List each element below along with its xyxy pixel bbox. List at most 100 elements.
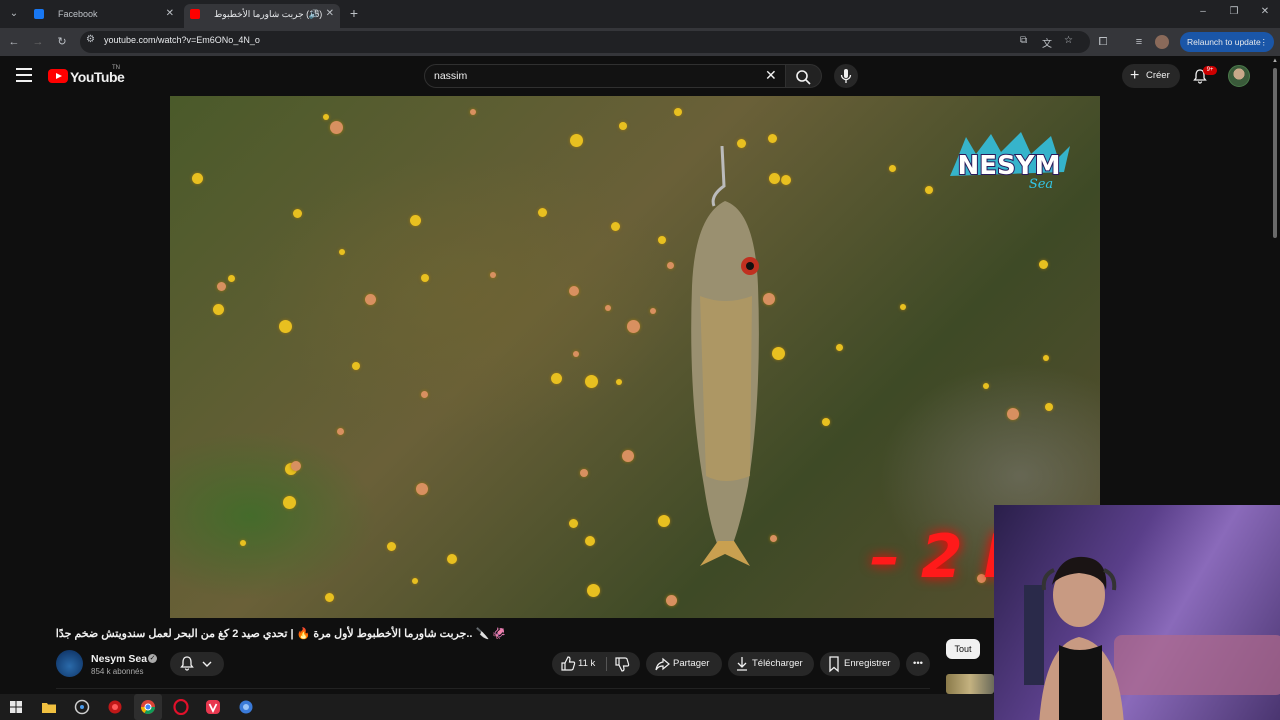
channel-name[interactable]: Nesym Sea: [91, 653, 147, 665]
relaunch-label: Relaunch to update: [1187, 37, 1261, 47]
more-horizontal-icon: •••: [913, 658, 923, 669]
flower: [666, 595, 677, 606]
tab-youtube-video[interactable]: (15) جربت شاورما الأخطبوط 🔊 ✕: [184, 4, 340, 28]
flower: [192, 173, 203, 184]
save-label: Enregistrer: [844, 658, 891, 669]
voice-search-button[interactable]: [834, 64, 858, 88]
save-button[interactable]: Enregistrer: [820, 652, 900, 676]
recording-app-icon[interactable]: [107, 699, 123, 715]
search-input[interactable]: [434, 68, 754, 84]
forward-icon[interactable]: →: [30, 34, 46, 50]
tab-title: (15) جربت شاورما الأخطبوط: [214, 9, 323, 19]
share-label: Partager: [673, 658, 710, 669]
chip-all[interactable]: Tout: [946, 639, 980, 659]
media-control-icon[interactable]: ≡: [1131, 34, 1147, 50]
flower: [580, 469, 588, 477]
plus-icon: +: [1130, 67, 1140, 84]
flower: [658, 515, 670, 527]
account-avatar[interactable]: [1228, 65, 1250, 87]
new-tab-icon[interactable]: +: [346, 4, 362, 22]
close-window-icon[interactable]: ✕: [1257, 6, 1273, 17]
flower: [447, 554, 457, 564]
browser-toolbar: ← → ↻ ⚙ youtube.com/watch?v=Em6ONo_4N_o …: [0, 28, 1280, 56]
share-arrow-icon: [655, 657, 670, 671]
country-code: TN: [112, 65, 120, 71]
translate-icon[interactable]: 文: [1042, 35, 1052, 50]
back-icon[interactable]: ←: [6, 34, 22, 50]
search-icon: [796, 70, 811, 85]
cast-icon[interactable]: ⧉: [1020, 35, 1027, 46]
flower: [627, 320, 640, 333]
flower: [889, 165, 896, 172]
flower: [470, 109, 476, 115]
create-button[interactable]: + Créer: [1122, 64, 1180, 88]
thumbs-up-icon[interactable]: [558, 652, 578, 676]
flower: [365, 294, 376, 305]
youtube-header: YouTube TN ✕ + Créer 9+: [0, 56, 1270, 96]
thumbs-down-icon[interactable]: [612, 652, 632, 676]
restore-icon[interactable]: ❐: [1226, 6, 1242, 17]
clear-search-icon[interactable]: ✕: [765, 67, 777, 84]
chrome-icon[interactable]: [140, 699, 156, 715]
relaunch-button[interactable]: Relaunch to update ⋮: [1180, 32, 1274, 52]
facebook-favicon-icon: [34, 9, 44, 19]
extensions-icon[interactable]: ⧠: [1095, 34, 1111, 50]
flower: [1007, 408, 1019, 420]
address-bar[interactable]: ⚙ youtube.com/watch?v=Em6ONo_4N_o ⧉ 文 ☆: [80, 31, 1090, 53]
subscription-notifications-button[interactable]: [170, 652, 224, 676]
reload-icon[interactable]: ↻: [54, 34, 70, 50]
windows-start-icon[interactable]: [8, 699, 24, 715]
profile-avatar[interactable]: [1155, 35, 1169, 49]
speaker-icon[interactable]: 🔊: [309, 4, 320, 24]
video-title: 🦑 🔪 ..جربت شاورما الأخطبوط لأول مرة 🔥 | …: [55, 628, 506, 640]
play-logo-icon: [48, 69, 68, 83]
verified-badge-icon: ✓: [148, 654, 157, 663]
hamburger-menu-icon[interactable]: [16, 68, 32, 82]
flower: [228, 275, 235, 282]
close-tab-icon[interactable]: ✕: [166, 4, 174, 24]
subscriber-count: 854 k abonnés: [91, 667, 144, 676]
download-button[interactable]: Télécharger: [728, 652, 814, 676]
scroll-up-icon[interactable]: ▲: [1272, 58, 1278, 64]
search-button[interactable]: [786, 64, 822, 88]
tab-facebook[interactable]: Facebook ✕: [28, 4, 180, 28]
flower: [650, 308, 656, 314]
share-button[interactable]: Partager: [646, 652, 722, 676]
flower: [616, 379, 622, 385]
app-globe-icon[interactable]: [238, 699, 254, 715]
channel-avatar[interactable]: [56, 650, 83, 677]
flower: [900, 304, 906, 310]
flower: [416, 483, 428, 495]
flower: [323, 114, 329, 120]
flower: [279, 320, 292, 333]
microphone-icon: [840, 69, 852, 83]
like-dislike-group: 11 k: [552, 652, 640, 676]
divider: [56, 688, 930, 689]
search-box: ✕: [424, 64, 786, 88]
video-player[interactable]: NESYM Sea – 2 K: [170, 96, 1100, 618]
tab-search-icon[interactable]: ⌄: [6, 6, 22, 22]
flower: [325, 593, 334, 602]
youtube-logo[interactable]: YouTube TN: [48, 65, 128, 85]
file-explorer-icon[interactable]: [41, 699, 57, 715]
close-tab-icon[interactable]: ✕: [326, 4, 334, 24]
app-icon[interactable]: [74, 699, 90, 715]
opera-icon[interactable]: [173, 699, 189, 715]
bookmark-star-icon[interactable]: ☆: [1064, 35, 1073, 46]
minimize-icon[interactable]: –: [1195, 6, 1211, 17]
flower: [569, 286, 579, 296]
vivaldi-icon[interactable]: [205, 699, 221, 715]
flower: [283, 496, 296, 509]
flower: [605, 305, 611, 311]
scrollbar-thumb[interactable]: [1273, 68, 1277, 238]
flower: [293, 209, 302, 218]
more-actions-button[interactable]: •••: [906, 652, 930, 676]
recommended-video-thumbnail[interactable]: [946, 674, 994, 694]
like-count[interactable]: 11 k: [578, 652, 595, 676]
flower: [538, 208, 547, 217]
site-info-icon[interactable]: ⚙: [86, 34, 95, 45]
create-label: Créer: [1146, 70, 1170, 81]
youtube-favicon-icon: [190, 9, 200, 19]
flower: [822, 418, 830, 426]
notification-badge: 9+: [1203, 66, 1217, 75]
